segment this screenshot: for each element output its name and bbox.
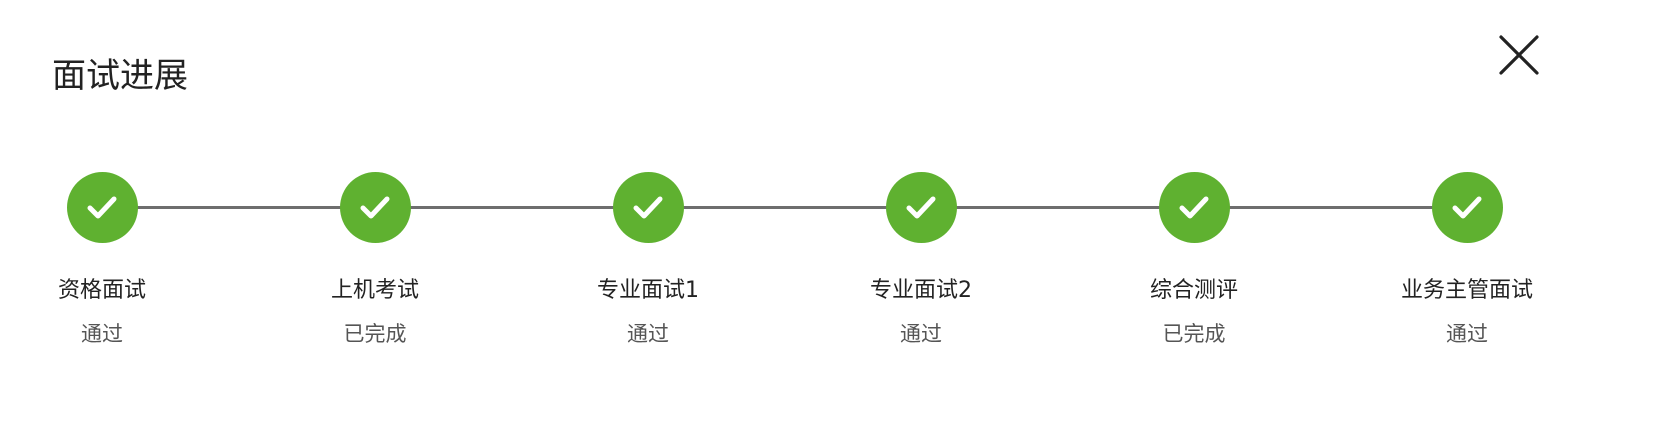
step-name: 业务主管面试 — [1400, 278, 1533, 303]
progress-step: 资格面试 通过 — [2, 172, 202, 349]
step-complete-badge — [66, 172, 138, 243]
step-complete-badge — [612, 172, 684, 243]
step-name: 上机考试 — [330, 278, 419, 303]
step-complete-badge — [339, 172, 411, 243]
step-complete-badge — [1158, 172, 1230, 243]
progress-step: 专业面试1 通过 — [548, 172, 748, 349]
step-status: 通过 — [1446, 322, 1488, 346]
progress-step: 上机考试 已完成 — [275, 172, 475, 349]
check-icon — [1452, 196, 1482, 218]
step-status: 通过 — [81, 322, 123, 346]
progress-step: 专业面试2 通过 — [821, 172, 1021, 349]
check-icon — [633, 196, 663, 218]
step-name: 专业面试2 — [870, 278, 972, 303]
check-icon — [1179, 196, 1209, 218]
progress-step: 业务主管面试 通过 — [1367, 172, 1567, 349]
interview-progress-steps: 资格面试 通过 上机考试 已完成 专业面试1 通过 专业面试2 通过 综合测评 … — [0, 0, 1671, 436]
step-status: 已完成 — [343, 322, 407, 346]
step-status: 通过 — [900, 322, 942, 346]
step-complete-badge — [1431, 172, 1503, 243]
step-name: 专业面试1 — [597, 278, 699, 303]
step-name: 资格面试 — [57, 278, 146, 303]
step-status: 已完成 — [1162, 322, 1226, 346]
check-icon — [87, 196, 117, 218]
check-icon — [360, 196, 390, 218]
step-status: 通过 — [627, 322, 669, 346]
step-name: 综合测评 — [1149, 278, 1238, 303]
check-icon — [906, 196, 936, 218]
step-complete-badge — [885, 172, 957, 243]
progress-step: 综合测评 已完成 — [1094, 172, 1294, 349]
